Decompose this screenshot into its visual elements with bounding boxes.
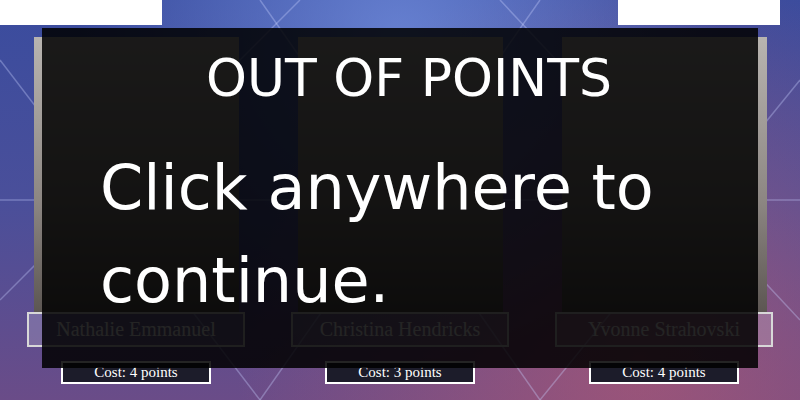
- overlay-message: Click anywhere to continue.: [100, 141, 710, 327]
- top-left-panel: [0, 0, 162, 25]
- top-right-panel: [618, 0, 780, 25]
- overlay-title: OUT OF POINTS: [100, 46, 718, 111]
- top-bar: [0, 0, 800, 25]
- game-screen: Nathalie EmmanuelCost: 4 pointsChristina…: [0, 0, 800, 400]
- out-of-points-overlay[interactable]: OUT OF POINTS Click anywhere to continue.: [42, 28, 758, 368]
